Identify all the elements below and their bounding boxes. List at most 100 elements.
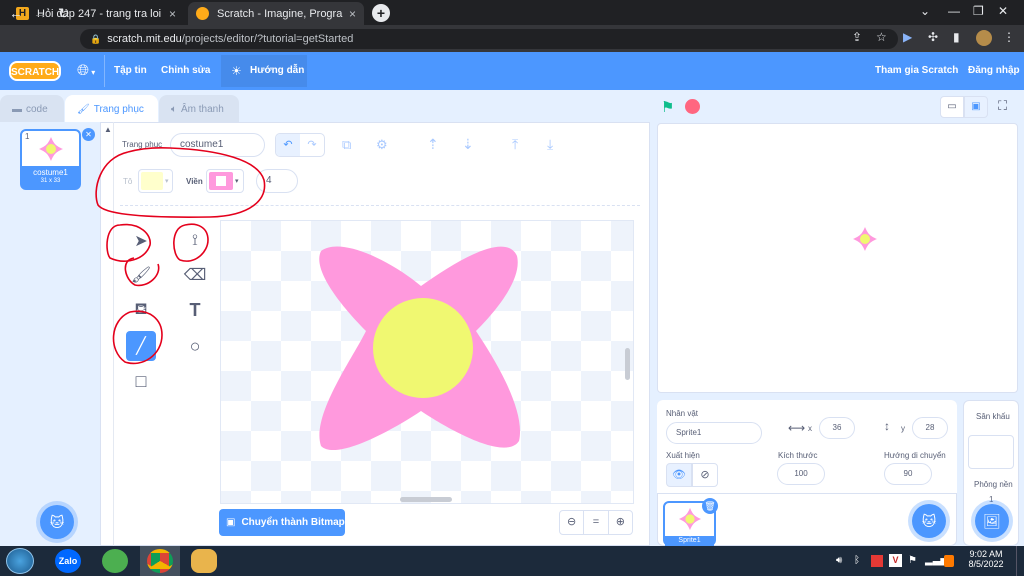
stage-sprite-flower[interactable] [852, 226, 878, 252]
flower-costume-drawing [319, 246, 521, 451]
backward-layer-icon[interactable]: ⇣ [462, 136, 474, 153]
green-flag-icon[interactable]: ⚑ [661, 98, 674, 116]
minimize-icon[interactable]: — [948, 4, 960, 18]
scratch-logo[interactable]: SCRATCH [9, 61, 61, 81]
zoom-in-icon[interactable]: ⊕ [609, 511, 632, 534]
x-input[interactable]: 36 [819, 417, 855, 439]
tab-sounds[interactable]: 🔈︎ Âm thanh [159, 95, 239, 123]
choose-costume-button[interactable]: 🐱︎ [40, 505, 74, 539]
fullscreen-icon[interactable]: ⛶ [998, 98, 1007, 114]
edit-menu[interactable]: Chỉnh sửa [161, 65, 210, 76]
tab-search-icon[interactable]: ⌄ [920, 4, 930, 18]
scroll-up-icon[interactable]: ▲ [104, 125, 112, 134]
zoom-out-icon[interactable]: ⊖ [560, 511, 583, 534]
extensions-puzzle-icon[interactable]: ✣ [928, 30, 938, 44]
close-tab-icon[interactable]: × [169, 7, 176, 21]
language-globe-icon[interactable]: 🌐︎ ▾ [77, 62, 95, 79]
forward-icon[interactable]: → [33, 5, 47, 21]
sign-in-link[interactable]: Đăng nhập [968, 65, 1020, 76]
reload-icon[interactable]: ↻ [58, 5, 70, 22]
browser-tab-scratch[interactable]: Scratch - Imagine, Program, Shar × [188, 2, 364, 25]
extension-play-icon[interactable]: ▶ [903, 30, 912, 44]
redo-icon[interactable]: ↷ [300, 134, 324, 156]
annotation-reshape-circle [173, 223, 209, 262]
tab-code[interactable]: ▬ code [0, 95, 64, 123]
x-label: x [808, 424, 812, 433]
forward-layer-icon[interactable]: ⇡ [427, 136, 439, 153]
y-input[interactable]: 28 [912, 417, 948, 439]
flower-center [373, 298, 473, 398]
group-icon[interactable]: ⧉ [342, 137, 351, 153]
size-input[interactable]: 100 [777, 463, 825, 485]
tutorials-menu[interactable]: Hướng dẫn [250, 65, 304, 76]
convert-button-label: Chuyển thành Bitmap [241, 517, 345, 528]
volume-icon[interactable]: 🔊︎ [836, 555, 842, 566]
canvas-vertical-scrollbar[interactable] [625, 348, 630, 380]
large-stage-icon[interactable]: ▣ [964, 96, 988, 118]
action-center-icon[interactable]: ⚑ [908, 555, 917, 566]
sprite-thumbnail [678, 507, 702, 531]
show-desktop-button[interactable] [1016, 546, 1024, 576]
costume-thumbnail [39, 137, 63, 161]
front-layer-icon[interactable]: ⤒ [512, 136, 518, 153]
bookmark-star-icon[interactable]: ☆ [876, 30, 887, 44]
tab-label: Trang phục [93, 104, 144, 115]
security-shield-icon[interactable] [944, 555, 954, 567]
bluetooth-icon[interactable]: ᛒ [854, 555, 860, 566]
join-scratch-link[interactable]: Tham gia Scratch [875, 65, 958, 76]
chrome-taskbar-icon[interactable] [147, 549, 173, 573]
chevron-down-icon: ▾ [89, 68, 96, 77]
chrome-menu-icon[interactable]: ⋮ [1003, 30, 1015, 44]
close-tab-icon[interactable]: × [349, 7, 356, 21]
tray-app-icon[interactable] [871, 555, 883, 567]
stage-thumbnail[interactable] [968, 435, 1014, 469]
sprite-name-input[interactable]: Sprite1 [666, 422, 762, 444]
side-panel-icon[interactable]: ▮ [953, 30, 960, 44]
costume-name: costume1 [33, 168, 68, 177]
costume-size: 31 x 33 [40, 178, 61, 184]
paint-taskbar-icon[interactable] [191, 549, 217, 573]
choose-backdrop-button[interactable]: 🖼︎ [975, 504, 1009, 538]
paint-canvas[interactable] [220, 220, 634, 504]
new-tab-button[interactable]: + [372, 4, 390, 22]
back-icon[interactable]: ← [9, 5, 23, 21]
annotation-line-tool-circle [112, 310, 163, 365]
tab-costumes[interactable]: 🖌︎ Trang phục [65, 95, 158, 124]
stop-icon[interactable] [685, 99, 700, 114]
share-icon[interactable]: ⇪ [852, 30, 862, 44]
choose-sprite-button[interactable]: 🐱︎ [912, 504, 946, 538]
close-window-icon[interactable]: ✕ [998, 4, 1008, 18]
size-label: Kích thước [778, 451, 818, 460]
y-label: y [901, 424, 905, 433]
file-menu[interactable]: Tập tin [114, 65, 147, 76]
start-button[interactable] [6, 548, 34, 574]
cat-add-icon: 🐱︎ [49, 513, 65, 530]
restore-icon[interactable]: ❐ [973, 4, 984, 18]
profile-avatar[interactable] [976, 30, 992, 46]
x-arrows-icon: ⟷ [788, 421, 806, 435]
ungroup-icon[interactable]: ⚙︎ [376, 137, 388, 153]
address-bar[interactable]: 🔒 scratch.mit.edu /projects/editor/?tuto… [80, 29, 898, 49]
direction-input[interactable]: 90 [884, 463, 932, 485]
show-sprite-eye-icon[interactable]: 👁︎ [666, 463, 692, 487]
y-arrows-icon: ↕ [884, 419, 890, 433]
zoom-reset-button[interactable]: = [583, 511, 609, 534]
costume-index: 1 [25, 132, 30, 141]
coccoc-taskbar-icon[interactable] [102, 549, 128, 573]
delete-sprite-trash-icon[interactable]: 🗑︎ [702, 498, 718, 514]
back-layer-icon[interactable]: ⤓ [547, 136, 553, 153]
zalo-taskbar-icon[interactable]: Zalo [55, 549, 81, 573]
stage-canvas[interactable] [657, 123, 1018, 393]
annotation-select-circle [106, 223, 151, 262]
system-clock[interactable]: 9:02 AM 8/5/2022 [962, 549, 1010, 569]
hide-sprite-eye-icon[interactable]: ⊘ [692, 463, 718, 487]
tab-label: code [26, 103, 48, 115]
show-label: Xuất hiện [666, 451, 700, 460]
convert-to-bitmap-button[interactable]: ▣ Chuyển thành Bitmap [219, 509, 345, 536]
lock-icon: 🔒 [90, 33, 102, 44]
url-path: /projects/editor/?tutorial=getStarted [181, 33, 354, 45]
canvas-horizontal-scrollbar[interactable] [400, 497, 452, 502]
small-stage-icon[interactable]: ▭ [940, 96, 964, 118]
clock-date: 8/5/2022 [968, 559, 1004, 569]
vietkey-icon[interactable]: V [889, 554, 902, 567]
